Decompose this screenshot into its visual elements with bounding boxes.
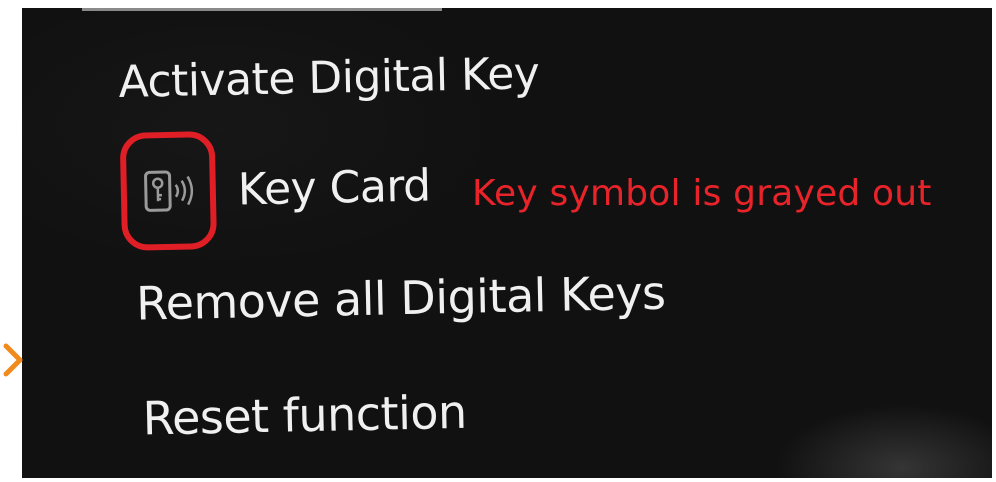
chevron-right-icon: [3, 343, 23, 377]
menu-item-key-card[interactable]: Key Card: [237, 160, 431, 215]
annotation-text: Key symbol is grayed out: [472, 173, 932, 214]
menu-item-reset-function[interactable]: Reset function: [142, 385, 467, 446]
settings-menu: Activate Digital Key Key Card Remove all…: [22, 8, 992, 478]
key-card-icon: [144, 170, 194, 212]
screen: Activate Digital Key Key Card Remove all…: [22, 8, 992, 478]
menu-item-remove-all-digital-keys[interactable]: Remove all Digital Keys: [136, 266, 666, 331]
menu-item-activate-digital-key[interactable]: Activate Digital Key: [118, 48, 540, 108]
